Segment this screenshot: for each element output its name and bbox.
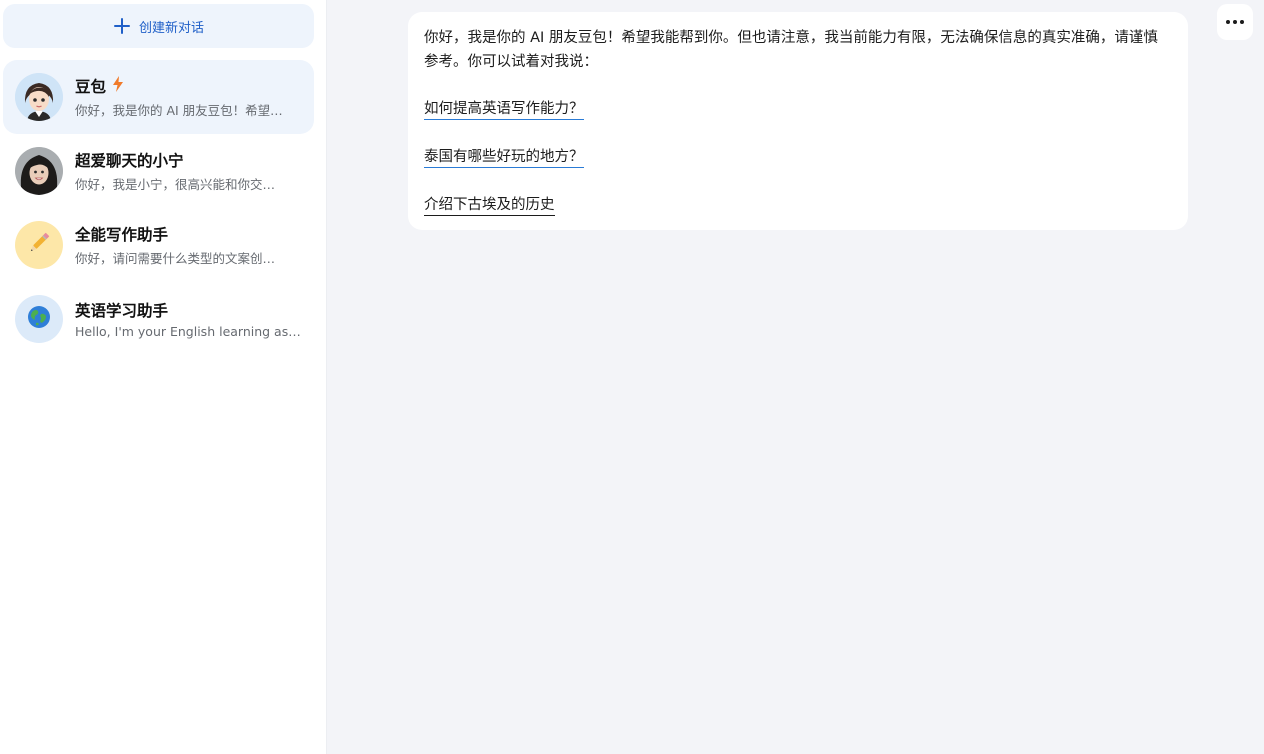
conversation-text: 全能写作助手 你好，请问需要什么类型的文案创… — [75, 223, 302, 267]
conversation-item-writing[interactable]: 全能写作助手 你好，请问需要什么类型的文案创… — [3, 208, 314, 282]
chat-area: 你好，我是你的 AI 朋友豆包！希望我能帮到你。但也请注意，我当前能力有限，无法… — [327, 0, 1264, 754]
suggestion-row: 泰国有哪些好玩的地方？ — [424, 146, 1172, 170]
conversation-preview: 你好，我是你的 AI 朋友豆包！希望… — [75, 103, 283, 118]
pencil-icon — [26, 230, 52, 260]
conversation-text: 英语学习助手 Hello, I'm your English learning … — [75, 299, 302, 339]
avatar-xiaoning — [15, 147, 63, 195]
plus-icon — [113, 17, 131, 35]
conversation-title-row: 超爱聊天的小宁 — [75, 149, 302, 171]
new-chat-button[interactable]: 创建新对话 — [3, 4, 314, 48]
suggestion-link-english-writing[interactable]: 如何提高英语写作能力？ — [424, 100, 584, 120]
conversation-title: 英语学习助手 — [75, 302, 169, 320]
new-chat-label: 创建新对话 — [138, 20, 204, 36]
suggestion-row: 介绍下古埃及的历史 — [424, 194, 1172, 218]
lightning-icon — [112, 76, 124, 96]
avatar-writing — [15, 221, 63, 269]
globe-icon — [27, 305, 51, 333]
conversation-item-xiaoning[interactable]: 超爱聊天的小宁 你好，我是小宁，很高兴能和你交… — [3, 134, 314, 208]
conversation-preview: 你好，请问需要什么类型的文案创… — [75, 251, 276, 266]
conversation-title-row: 豆包 — [75, 75, 302, 97]
app-window: 创建新对话 豆包 你好，我是你的 AI 朋友豆包！希望… 超爱聊天的小宁 你好，… — [0, 0, 1264, 754]
conversation-title-row: 全能写作助手 — [75, 223, 302, 245]
conversation-list: 豆包 你好，我是你的 AI 朋友豆包！希望… 超爱聊天的小宁 你好，我是小宁，很… — [3, 60, 314, 356]
conversation-text: 超爱聊天的小宁 你好，我是小宁，很高兴能和你交… — [75, 149, 302, 193]
avatar-doubao — [15, 73, 63, 121]
conversation-title: 豆包 — [75, 78, 107, 96]
more-dots-icon-dot — [1233, 20, 1237, 24]
conversation-item-doubao[interactable]: 豆包 你好，我是你的 AI 朋友豆包！希望… — [3, 60, 314, 134]
more-dots-icon-dot — [1240, 20, 1244, 24]
more-dots-icon — [1226, 20, 1230, 24]
avatar-english — [15, 295, 63, 343]
suggestion-row: 如何提高英语写作能力？ — [424, 98, 1172, 122]
assistant-message: 你好，我是你的 AI 朋友豆包！希望我能帮到你。但也请注意，我当前能力有限，无法… — [408, 12, 1188, 230]
conversation-title-row: 英语学习助手 — [75, 299, 302, 321]
more-options-button[interactable] — [1217, 4, 1253, 40]
conversation-title: 超爱聊天的小宁 — [75, 152, 184, 170]
suggestion-link-egypt-history[interactable]: 介绍下古埃及的历史 — [424, 196, 555, 216]
conversation-preview: Hello, I'm your English learning ass… — [75, 324, 302, 339]
sidebar: 创建新对话 豆包 你好，我是你的 AI 朋友豆包！希望… 超爱聊天的小宁 你好，… — [0, 0, 327, 754]
conversation-text: 豆包 你好，我是你的 AI 朋友豆包！希望… — [75, 75, 302, 119]
conversation-preview: 你好，我是小宁，很高兴能和你交… — [75, 177, 276, 192]
conversation-item-english[interactable]: 英语学习助手 Hello, I'm your English learning … — [3, 282, 314, 356]
message-intro-text: 你好，我是你的 AI 朋友豆包！希望我能帮到你。但也请注意，我当前能力有限，无法… — [424, 30, 1158, 70]
suggestion-link-thailand[interactable]: 泰国有哪些好玩的地方？ — [424, 148, 584, 168]
conversation-title: 全能写作助手 — [75, 226, 169, 244]
